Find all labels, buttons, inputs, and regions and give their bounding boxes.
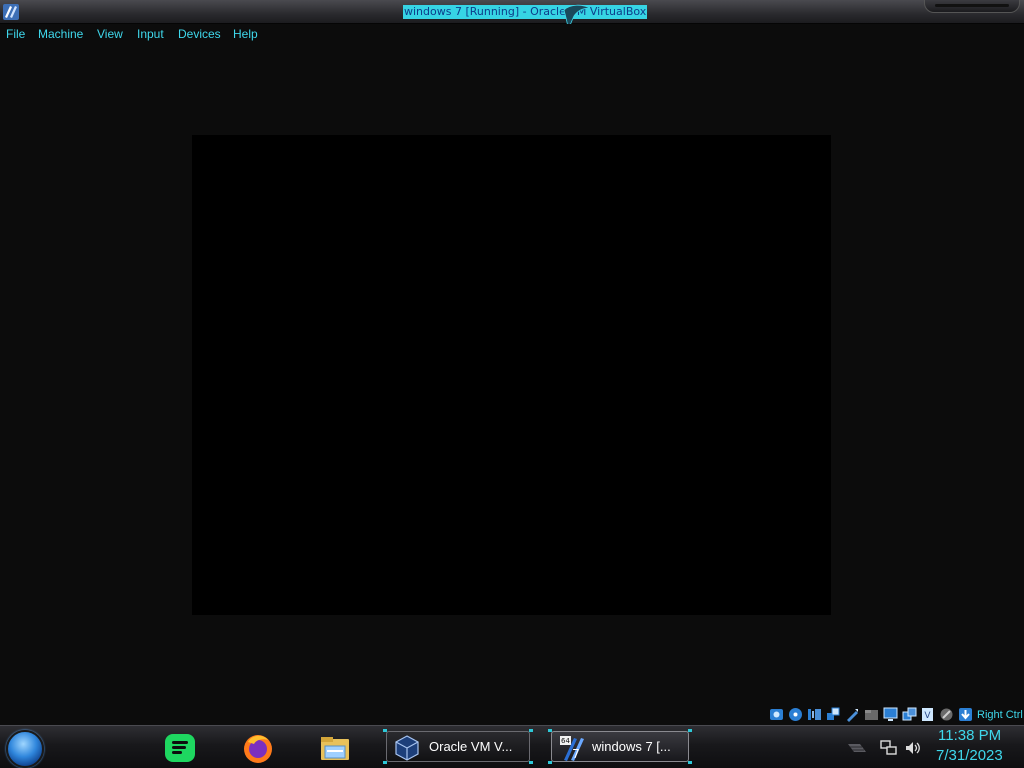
volume-icon[interactable] bbox=[904, 740, 922, 756]
audio-icon[interactable] bbox=[807, 707, 822, 722]
virtualbox-icon bbox=[395, 735, 419, 761]
host-key-label[interactable]: Right Ctrl bbox=[977, 709, 1023, 721]
clock-date[interactable]: 7/31/2023 bbox=[936, 747, 1003, 764]
taskbar-button-corner bbox=[688, 729, 692, 732]
optical-drive-icon[interactable] bbox=[788, 707, 803, 722]
display-icon[interactable] bbox=[883, 707, 898, 722]
window-controls[interactable] bbox=[924, 0, 1020, 13]
window-title: windows 7 [Running] - Oracle VM VirtualB… bbox=[403, 5, 648, 19]
taskbar-button-corner bbox=[383, 761, 387, 764]
clock-time[interactable]: 11:38 PM bbox=[938, 727, 1001, 744]
virtualization-icon[interactable]: V bbox=[920, 707, 935, 722]
menu-view[interactable]: View bbox=[97, 27, 123, 41]
windows7-vm-icon: 64 7 bbox=[560, 736, 584, 761]
shared-folders-icon[interactable] bbox=[864, 707, 879, 722]
taskbar-button-corner bbox=[529, 729, 533, 732]
vm-guest-screen[interactable] bbox=[192, 135, 831, 615]
taskbar-button-corner bbox=[548, 729, 552, 732]
taskbar-button-corner bbox=[548, 761, 552, 764]
taskbar-button-virtualbox-manager[interactable]: Oracle VM V... bbox=[383, 729, 533, 764]
taskbar: Oracle VM V... 64 7 windows 7 [... bbox=[0, 725, 1024, 768]
taskbar-button-corner bbox=[529, 761, 533, 764]
vm-display-area bbox=[0, 46, 1024, 724]
hard-disk-icon[interactable] bbox=[769, 707, 784, 722]
network-icon[interactable] bbox=[826, 707, 841, 722]
menu-file[interactable]: File bbox=[6, 27, 25, 41]
menu-input[interactable]: Input bbox=[137, 27, 164, 41]
taskbar-button-label: windows 7 [... bbox=[592, 739, 671, 754]
menu-machine[interactable]: Machine bbox=[38, 27, 83, 41]
menu-bar: File Machine View Input Devices Help bbox=[0, 24, 1024, 46]
svg-text:64: 64 bbox=[561, 737, 570, 745]
usb-icon[interactable] bbox=[845, 707, 860, 722]
start-orb[interactable] bbox=[6, 730, 44, 768]
menu-help[interactable]: Help bbox=[233, 27, 258, 41]
network-tray-icon[interactable] bbox=[880, 740, 898, 756]
taskbar-button-corner bbox=[688, 761, 692, 764]
show-hidden-icon[interactable] bbox=[846, 741, 868, 755]
virtualbox-icon[interactable] bbox=[2, 3, 20, 21]
host-key-icon[interactable] bbox=[958, 707, 973, 722]
taskbar-button-corner bbox=[383, 729, 387, 732]
spotify-icon[interactable] bbox=[164, 732, 196, 764]
title-bar[interactable]: windows 7 [Running] - Oracle VM VirtualB… bbox=[0, 0, 1024, 31]
file-explorer-icon[interactable] bbox=[319, 732, 351, 764]
svg-text:V: V bbox=[924, 711, 931, 721]
video-capture-icon[interactable] bbox=[902, 707, 917, 722]
taskbar-button-windows7-vm[interactable]: 64 7 windows 7 [... bbox=[548, 729, 692, 764]
menu-devices[interactable]: Devices bbox=[178, 27, 221, 41]
firefox-icon[interactable] bbox=[242, 732, 274, 764]
svg-text:7: 7 bbox=[572, 747, 580, 761]
taskbar-button-label: Oracle VM V... bbox=[429, 739, 513, 754]
mouse-integration-icon[interactable] bbox=[939, 707, 954, 722]
